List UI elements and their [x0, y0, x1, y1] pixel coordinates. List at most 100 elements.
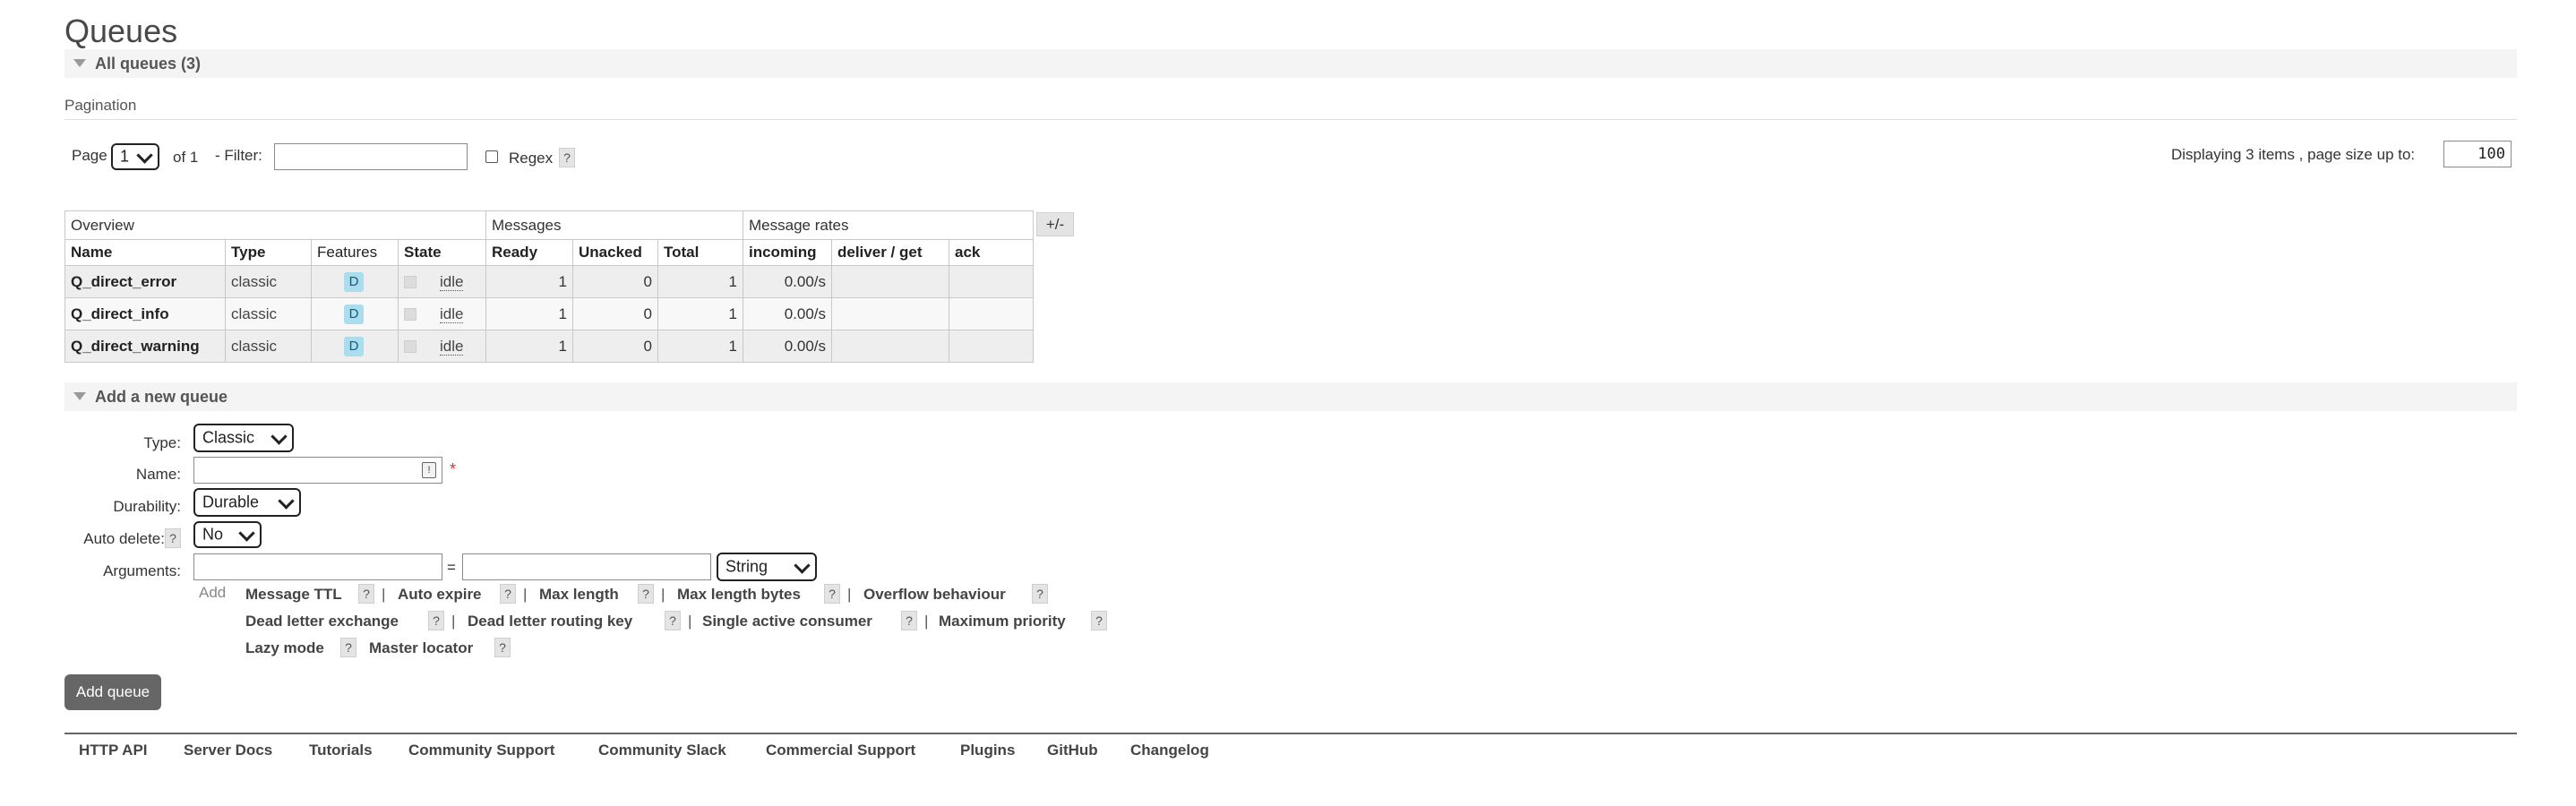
footer-link-server-docs[interactable]: Server Docs	[184, 742, 272, 759]
argument-type-select[interactable]: String	[717, 553, 817, 581]
group-header-messages: Messages	[485, 210, 743, 240]
ack-rate	[949, 330, 1034, 363]
incoming-rate: 0.00/s	[743, 330, 832, 363]
page-title: Queues	[64, 13, 178, 49]
filter-label: - Filter:	[215, 147, 262, 164]
regex-checkbox[interactable]	[485, 150, 498, 163]
incoming-rate: 0.00/s	[743, 297, 832, 330]
help-icon[interactable]: ?	[340, 638, 356, 657]
filter-input[interactable]	[274, 143, 468, 170]
argument-type-select-value: String	[726, 557, 769, 576]
help-icon[interactable]: ?	[665, 611, 681, 630]
col-total[interactable]: Total	[657, 239, 743, 266]
collapse-triangle-icon	[73, 59, 86, 67]
type-label: Type:	[143, 434, 181, 451]
arg-max-length-bytes[interactable]: Max length bytes	[677, 586, 801, 604]
durability-select-value: Durable	[202, 493, 260, 511]
autofill-icon: !	[422, 462, 436, 478]
page-select[interactable]: 1	[111, 143, 159, 170]
argument-value-input[interactable]	[462, 553, 711, 580]
col-incoming[interactable]: incoming	[743, 239, 832, 266]
footer-link-commercial-support[interactable]: Commercial Support	[766, 742, 915, 759]
required-marker: *	[450, 460, 457, 478]
regex-help-icon[interactable]: ?	[559, 148, 575, 167]
argument-key-input[interactable]	[193, 553, 442, 580]
footer-link-github[interactable]: GitHub	[1047, 742, 1098, 759]
help-icon[interactable]: ?	[638, 584, 654, 604]
all-queues-toggle[interactable]: All queues (3)	[64, 49, 2517, 78]
total-count: 1	[657, 330, 743, 363]
page-size-input[interactable]: 100	[2443, 141, 2512, 167]
pagination-divider	[64, 119, 2517, 120]
state-label: idle	[440, 337, 464, 356]
help-icon[interactable]: ?	[824, 584, 840, 604]
col-name[interactable]: Name	[64, 239, 226, 266]
group-header-overview: Overview	[64, 210, 486, 240]
queue-state: idle	[398, 330, 486, 363]
ack-rate	[949, 297, 1034, 330]
add-queue-button[interactable]: Add queue	[64, 674, 161, 710]
queue-name-link[interactable]: Q_direct_warning	[64, 330, 226, 363]
arg-maximum-priority[interactable]: Maximum priority	[939, 613, 1066, 630]
footer-link-plugins[interactable]: Plugins	[960, 742, 1015, 759]
queue-name-link[interactable]: Q_direct_info	[64, 297, 226, 330]
footer-link-tutorials[interactable]: Tutorials	[309, 742, 373, 759]
col-type[interactable]: Type	[225, 239, 312, 266]
unacked-count: 0	[572, 265, 658, 298]
col-deliver-get[interactable]: deliver / get	[831, 239, 949, 266]
auto-delete-select-value: No	[202, 525, 224, 544]
footer-link-changelog[interactable]: Changelog	[1130, 742, 1209, 759]
page-count: of 1	[173, 149, 199, 166]
arg-max-length[interactable]: Max length	[539, 586, 619, 604]
help-icon[interactable]: ?	[901, 611, 917, 630]
arg-auto-expire[interactable]: Auto expire	[398, 586, 482, 604]
help-icon[interactable]: ?	[1032, 584, 1048, 604]
arg-dead-letter-exchange[interactable]: Dead letter exchange	[245, 613, 399, 630]
total-count: 1	[657, 265, 743, 298]
table-row[interactable]: Q_direct_warning classic D idle 1 0 1 0.…	[64, 330, 1034, 363]
col-state[interactable]: State	[398, 239, 486, 266]
argument-equals: =	[447, 559, 456, 576]
state-label: idle	[440, 272, 464, 291]
queue-features: D	[311, 265, 399, 298]
footer-link-community-support[interactable]: Community Support	[408, 742, 554, 759]
arg-master-locator[interactable]: Master locator	[369, 639, 473, 657]
ready-count: 1	[485, 330, 573, 363]
add-queue-toggle[interactable]: Add a new queue	[64, 382, 2517, 411]
queue-state: idle	[398, 265, 486, 298]
auto-delete-select[interactable]: No	[193, 521, 262, 548]
durability-select[interactable]: Durable	[193, 488, 301, 517]
separator: |	[924, 613, 929, 630]
name-input[interactable]: !	[193, 457, 442, 484]
footer-link-community-slack[interactable]: Community Slack	[598, 742, 726, 759]
col-ack[interactable]: ack	[949, 239, 1034, 266]
col-ready[interactable]: Ready	[485, 239, 573, 266]
help-icon[interactable]: ?	[494, 638, 511, 657]
type-select-value: Classic	[202, 428, 255, 447]
arg-lazy-mode[interactable]: Lazy mode	[245, 639, 324, 657]
footer-link-http-api[interactable]: HTTP API	[79, 742, 148, 759]
queue-type: classic	[225, 330, 312, 363]
help-icon[interactable]: ?	[1091, 611, 1107, 630]
chevron-down-icon	[794, 557, 811, 574]
table-row[interactable]: Q_direct_info classic D idle 1 0 1 0.00/…	[64, 297, 1034, 330]
help-icon[interactable]: ?	[428, 611, 444, 630]
queues-page: Queues All queues (3) Pagination Page 1 …	[0, 0, 2576, 806]
arg-single-active-consumer[interactable]: Single active consumer	[702, 613, 872, 630]
separator: |	[847, 586, 852, 603]
display-count-text: Displaying 3 items , page size up to:	[2171, 146, 2416, 163]
separator: |	[382, 586, 386, 603]
unacked-count: 0	[572, 330, 658, 363]
arg-overflow-behaviour[interactable]: Overflow behaviour	[863, 586, 1006, 604]
arg-dead-letter-routing-key[interactable]: Dead letter routing key	[468, 613, 632, 630]
type-select[interactable]: Classic	[193, 424, 294, 452]
queue-name-link[interactable]: Q_direct_error	[64, 265, 226, 298]
help-icon[interactable]: ?	[500, 584, 516, 604]
columns-toggle-button[interactable]: +/-	[1036, 212, 1074, 236]
table-row[interactable]: Q_direct_error classic D idle 1 0 1 0.00…	[64, 265, 1034, 298]
col-unacked[interactable]: Unacked	[572, 239, 658, 266]
auto-delete-help-icon[interactable]: ?	[165, 528, 181, 548]
footer-divider	[64, 733, 2517, 734]
help-icon[interactable]: ?	[358, 584, 374, 604]
arg-message-ttl[interactable]: Message TTL	[245, 586, 342, 604]
